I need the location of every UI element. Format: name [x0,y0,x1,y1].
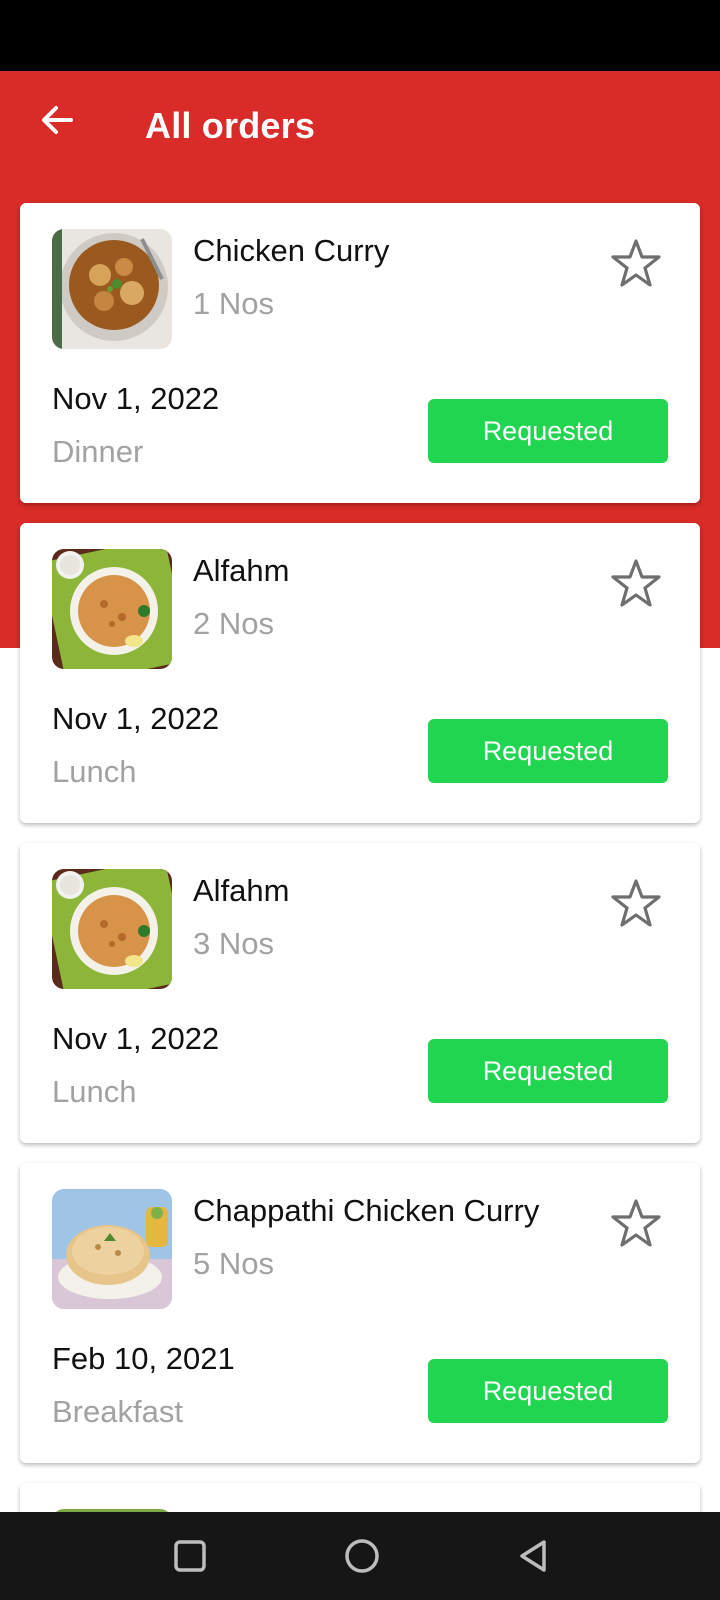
item-quantity: 2 Nos [193,606,274,641]
order-date: Nov 1, 2022 [52,381,220,416]
food-image [52,1189,172,1309]
page-title: All orders [145,105,316,146]
square-icon [174,1540,206,1572]
biryani-plate-photo [52,549,172,669]
star-outline-icon [611,239,661,287]
status-button[interactable]: Requested [428,719,668,783]
favorite-button[interactable] [608,555,664,611]
favorite-button[interactable] [608,235,664,291]
meal-type: Lunch [52,1074,137,1109]
item-name: Alfahm [193,873,290,908]
chappathi-photo [52,1189,172,1309]
status-bar [0,0,720,71]
meal-type: Dinner [52,434,144,469]
back-button[interactable] [30,93,84,147]
food-image [52,549,172,669]
food-image [52,869,172,989]
order-date: Feb 10, 2021 [52,1341,235,1376]
item-name: Alfahm [193,553,290,588]
status-button[interactable]: Requested [428,1359,668,1423]
meal-type: Lunch [52,754,137,789]
order-card[interactable]: Chicken Curry 1 Nos Nov 1, 2022 Dinner R… [20,203,700,503]
app-bar: All orders [0,71,720,187]
favorite-button[interactable] [608,1195,664,1251]
order-card[interactable]: Alfahm 3 Nos Nov 1, 2022 Lunch Requested [20,843,700,1143]
orders-list[interactable]: Chicken Curry 1 Nos Nov 1, 2022 Dinner R… [20,203,700,1543]
status-button[interactable]: Requested [428,1039,668,1103]
item-name: Chappathi Chicken Curry [193,1193,540,1228]
favorite-button[interactable] [608,875,664,931]
arrow-left-icon [42,106,73,134]
home-button[interactable] [336,1530,388,1582]
order-card[interactable]: Chappathi Chicken Curry 5 Nos Feb 10, 20… [20,1163,700,1463]
biryani-plate-photo [52,869,172,989]
food-image [52,229,172,349]
item-quantity: 1 Nos [193,286,274,321]
system-navigation-bar [0,1512,720,1600]
system-back-button[interactable] [508,1530,560,1582]
star-outline-icon [611,559,661,607]
status-button[interactable]: Requested [428,399,668,463]
meal-type: Breakfast [52,1394,183,1429]
order-card[interactable]: Alfahm 2 Nos Nov 1, 2022 Lunch Requested [20,523,700,823]
item-quantity: 5 Nos [193,1246,274,1281]
star-outline-icon [611,879,661,927]
triangle-back-icon [520,1540,546,1572]
order-date: Nov 1, 2022 [52,701,220,736]
order-date: Nov 1, 2022 [52,1021,220,1056]
chicken-curry-photo [52,229,172,349]
circle-icon [345,1539,379,1573]
star-outline-icon [611,1199,661,1247]
item-quantity: 3 Nos [193,926,274,961]
recents-button[interactable] [164,1530,216,1582]
item-name: Chicken Curry [193,233,390,268]
